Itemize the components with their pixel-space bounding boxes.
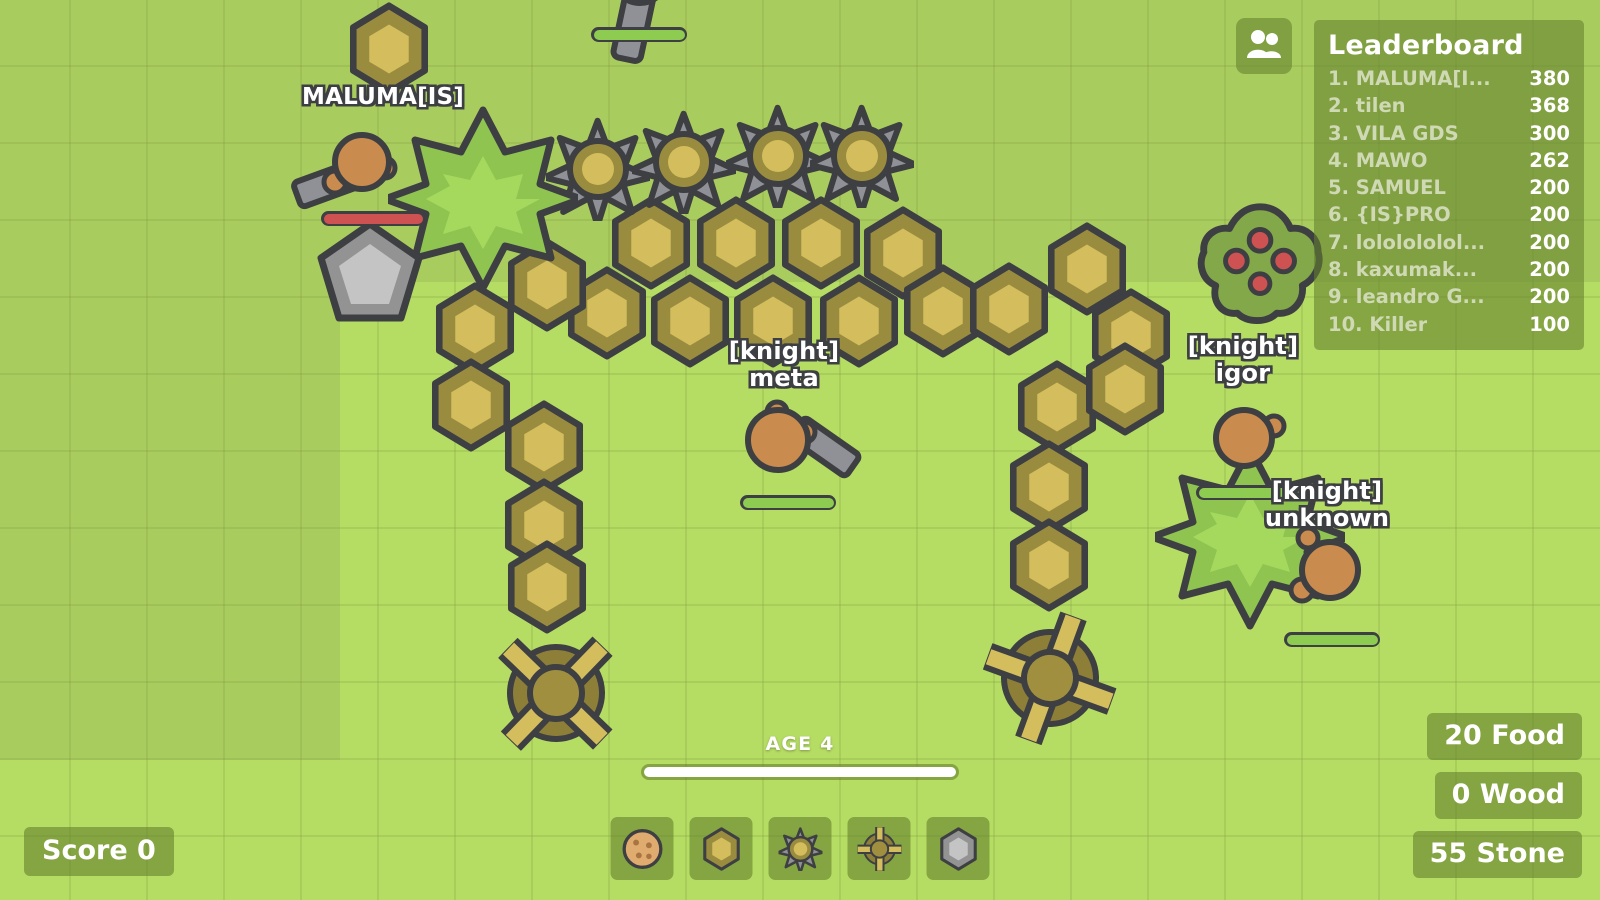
- spike-trap[interactable]: [632, 110, 736, 214]
- leaderboard-row: 1. MALUMA[I... 380: [1328, 65, 1570, 92]
- leaderboard-row-name: 1. MALUMA[I...: [1328, 67, 1491, 90]
- wood-wall[interactable]: [342, 2, 436, 96]
- health-bar: [591, 27, 687, 42]
- health-bar: [740, 495, 836, 510]
- age-bar-track: [641, 764, 959, 780]
- age-label: AGE 4: [765, 733, 835, 755]
- leaderboard-row: 4. MAWO 262: [1328, 147, 1570, 174]
- leaderboard-row-name: 5. SAMUEL: [1328, 176, 1446, 200]
- age-bar-fill: [644, 767, 956, 777]
- hotbar-slot-wood-wall[interactable]: [689, 817, 753, 880]
- spike-star-icon: [778, 826, 822, 871]
- wood-wall[interactable]: [812, 274, 906, 368]
- leaderboard-row: 10. Killer 100: [1328, 311, 1570, 338]
- health-bar-fill: [1198, 487, 1290, 498]
- wood-wall[interactable]: [726, 274, 820, 368]
- stone-hexagon-icon: [936, 826, 980, 871]
- leaderboard-row: 2. tilen 368: [1328, 92, 1570, 119]
- leaderboard-row-name: 3. VILA GDS: [1328, 121, 1459, 145]
- leaderboard-row-name: 9. leandro G...: [1328, 285, 1485, 309]
- health-bar-fill: [593, 29, 685, 40]
- leaderboard-row-score: 200: [1529, 285, 1570, 309]
- leaderboard-title: Leaderboard: [1328, 30, 1524, 61]
- wood-label: 0 Wood: [1451, 779, 1565, 810]
- health-bar-fill: [323, 213, 423, 224]
- score-display: Score 0: [24, 827, 174, 876]
- health-bar: [321, 211, 425, 226]
- leaderboard-row-score: 100: [1529, 312, 1570, 336]
- hotbar-slot-windmill[interactable]: [847, 817, 911, 880]
- leaderboard-panel: Leaderboard 1. MALUMA[I... 380 2. tilen 368…: [1314, 20, 1584, 350]
- leaderboard-row-score: 262: [1529, 148, 1570, 172]
- leaderboard-row-name: 7. lololololol...: [1328, 230, 1486, 254]
- score-label: Score 0: [42, 835, 156, 866]
- leaderboard-row-name: 8. kaxumak...: [1328, 258, 1478, 282]
- players-list-button[interactable]: [1236, 18, 1292, 74]
- leaderboard-row-score: 200: [1529, 176, 1570, 200]
- leaderboard-row: 7. lololololol... 200: [1328, 229, 1570, 256]
- leaderboard-row-score: 300: [1529, 121, 1570, 145]
- player-character[interactable]: [1264, 518, 1384, 638]
- leaderboard-row: 6. {IS}PRO 200: [1328, 201, 1570, 228]
- windmill-icon: [857, 826, 901, 871]
- wood-wall[interactable]: [1078, 342, 1172, 436]
- leaderboard-row-score: 200: [1529, 258, 1570, 282]
- hexagon-wall-icon: [699, 826, 743, 871]
- berry-bush[interactable]: [1196, 196, 1326, 326]
- health-bar-fill: [742, 497, 834, 508]
- hotbar-slot-stone-wall[interactable]: [926, 817, 990, 880]
- wood-wall[interactable]: [643, 274, 737, 368]
- hotbar-slot-food-cookie[interactable]: [610, 817, 674, 880]
- cookie-icon: [620, 827, 664, 871]
- leaderboard-row-score: 200: [1529, 203, 1570, 227]
- player-character[interactable]: [725, 390, 862, 510]
- leaderboard-row-name: 2. tilen: [1328, 94, 1406, 118]
- health-bar: [1196, 485, 1292, 500]
- food-label: 20 Food: [1444, 720, 1565, 751]
- leaderboard-row-score: 380: [1529, 67, 1570, 90]
- stone-counter: 55 Stone: [1412, 831, 1582, 878]
- hotbar-slot-spike-trap[interactable]: [768, 817, 832, 880]
- leaderboard-row-score: 368: [1529, 94, 1570, 118]
- leaderboard-row-name: 6. {IS}PRO: [1328, 203, 1451, 227]
- health-bar: [1284, 632, 1380, 647]
- people-icon: [1247, 29, 1281, 63]
- leaderboard-row-name: 10. Killer: [1328, 312, 1428, 336]
- item-hotbar: [610, 817, 990, 880]
- stone-label: 55 Stone: [1429, 838, 1565, 869]
- leaderboard-row: 5. SAMUEL 200: [1328, 174, 1570, 201]
- health-bar-fill: [1286, 634, 1378, 645]
- leaderboard-row: 9. leandro G... 200: [1328, 283, 1570, 310]
- leaderboard-rows: 1. MALUMA[I... 380 2. tilen 368 3. VILA GDS 3…: [1328, 65, 1570, 338]
- wood-wall[interactable]: [962, 262, 1056, 356]
- stone-wall[interactable]: [315, 218, 425, 328]
- leaderboard-row-name: 4. MAWO: [1328, 148, 1428, 172]
- leaderboard-row-score: 200: [1529, 230, 1570, 254]
- leaderboard-row: 3. VILA GDS 300: [1328, 120, 1570, 147]
- wood-counter: 0 Wood: [1434, 772, 1582, 819]
- leaderboard-row: 8. kaxumak... 200: [1328, 256, 1570, 283]
- spike-trap[interactable]: [810, 104, 914, 208]
- age-progress: AGE 4: [635, 733, 965, 780]
- resource-counters: 20 Food 0 Wood 55 Stone: [1412, 713, 1582, 878]
- food-counter: 20 Food: [1427, 713, 1582, 760]
